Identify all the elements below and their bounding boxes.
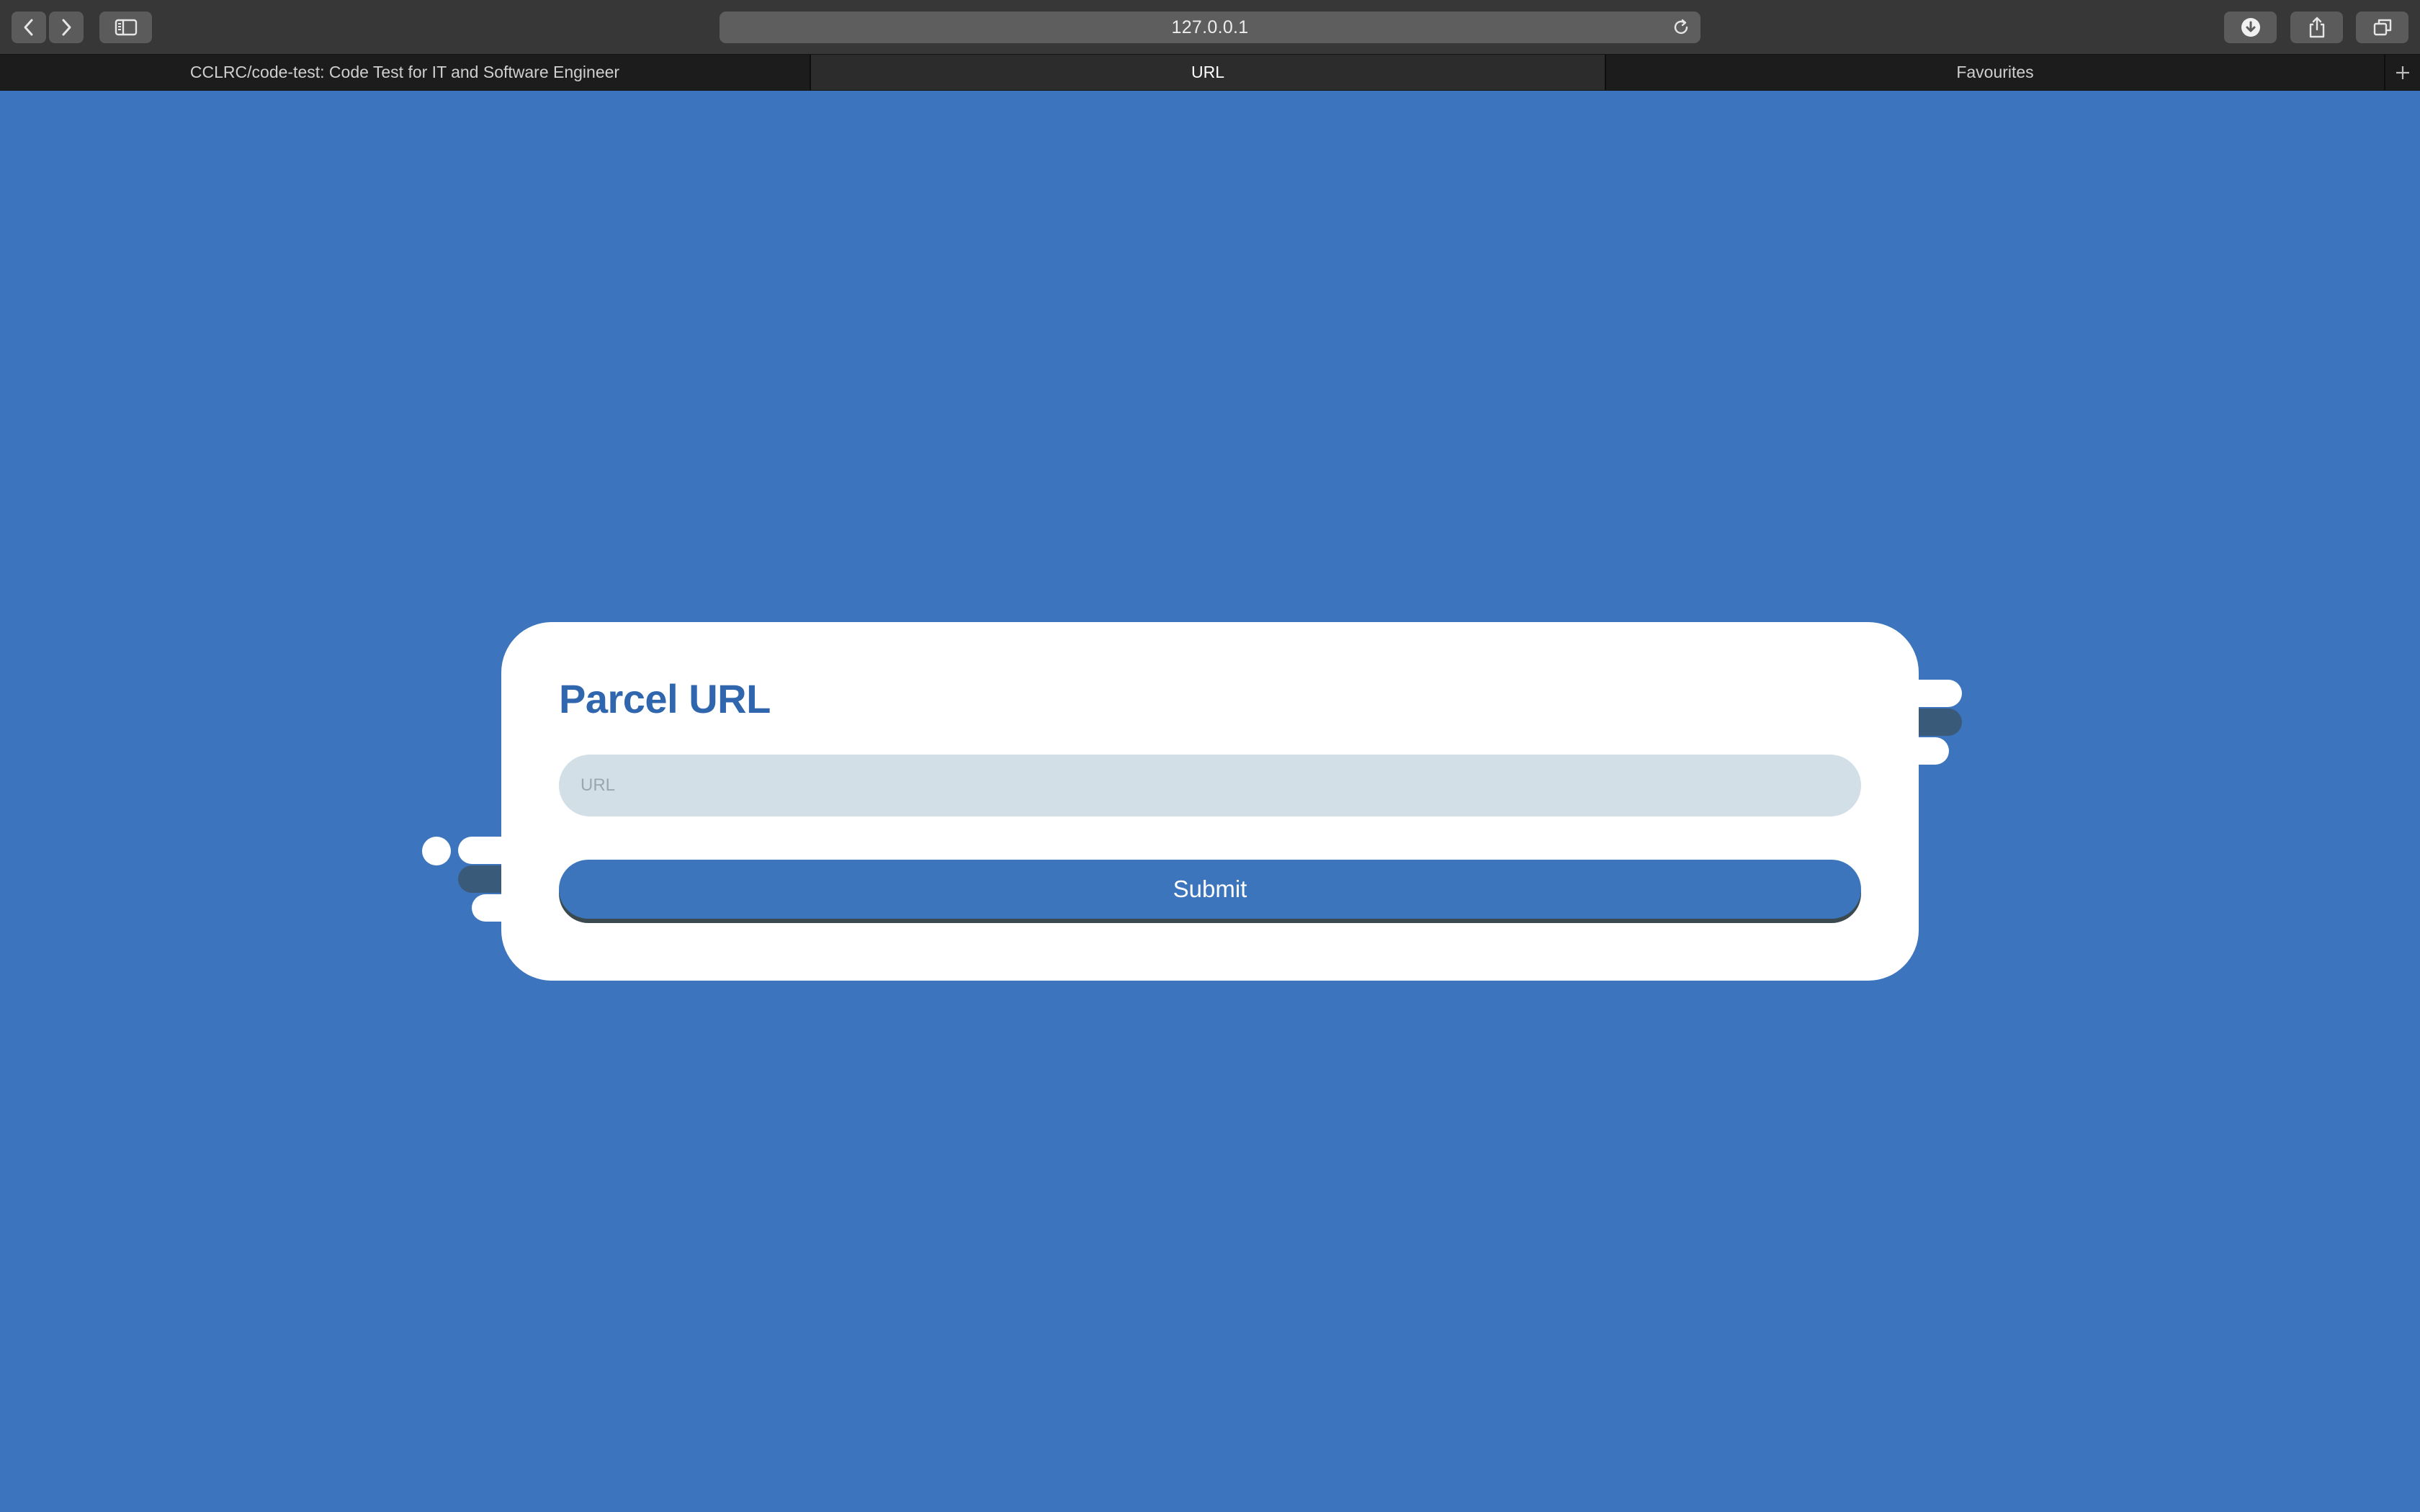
url-form-card: Parcel URL Submit xyxy=(501,622,1919,981)
downloads-button[interactable] xyxy=(2224,12,2277,43)
download-icon xyxy=(2241,18,2260,37)
url-input[interactable] xyxy=(559,755,1861,816)
share-button[interactable] xyxy=(2290,12,2343,43)
share-icon xyxy=(2309,17,2324,38)
submit-button[interactable]: Submit xyxy=(559,860,1861,919)
decor-dot-left xyxy=(422,837,451,865)
tab-favourites[interactable]: Favourites xyxy=(1606,55,2385,90)
back-button[interactable] xyxy=(12,12,46,43)
forward-button[interactable] xyxy=(49,12,84,43)
plus-icon xyxy=(2396,66,2409,79)
tabs-overview-button[interactable] xyxy=(2356,12,2408,43)
address-bar[interactable]: 127.0.0.1 xyxy=(720,12,1700,43)
chevron-right-icon xyxy=(62,19,71,36)
tab-bar: CCLRC/code-test: Code Test for IT and So… xyxy=(0,54,2420,91)
address-text: 127.0.0.1 xyxy=(1171,17,1249,37)
tab-label: CCLRC/code-test: Code Test for IT and So… xyxy=(189,63,620,81)
chevron-left-icon xyxy=(24,19,33,36)
tab-code-test[interactable]: CCLRC/code-test: Code Test for IT and So… xyxy=(0,55,811,90)
browser-toolbar: 127.0.0.1 xyxy=(0,0,2420,54)
tab-label: Favourites xyxy=(1956,63,2034,81)
reload-icon xyxy=(1674,19,1688,35)
sidebar-toggle-button[interactable] xyxy=(99,12,152,43)
form-title: Parcel URL xyxy=(559,676,771,721)
tab-url[interactable]: URL xyxy=(811,55,1606,90)
reload-button[interactable] xyxy=(1672,18,1690,37)
tabs-overview-icon xyxy=(2373,19,2391,36)
sidebar-icon xyxy=(115,19,137,36)
new-tab-button[interactable] xyxy=(2385,55,2420,90)
tab-label: URL xyxy=(1191,63,1224,81)
